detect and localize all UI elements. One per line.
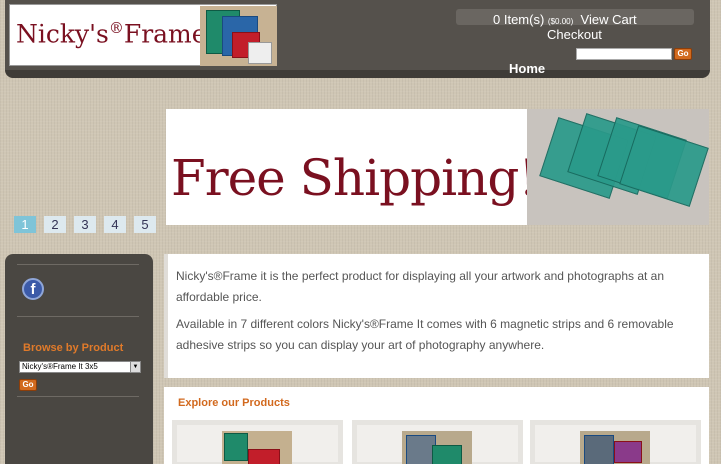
intro-paragraph: Available in 7 different colors Nicky's®… [176, 317, 674, 352]
product-image[interactable] [222, 431, 292, 464]
product-card[interactable] [172, 420, 343, 464]
intro-paragraph: Nicky's®Frame it is the perfect product … [176, 269, 665, 304]
view-cart-link[interactable]: View Cart [581, 12, 637, 27]
hero-banner[interactable]: Free Shipping! [166, 109, 709, 225]
banner-product-photo [527, 109, 709, 225]
cart-count: 0 Item(s) [493, 12, 545, 27]
product-card[interactable] [530, 420, 701, 464]
sidebar-divider [17, 264, 139, 265]
browse-go-button[interactable]: Go [19, 379, 37, 391]
product-image[interactable] [402, 431, 472, 464]
chevron-down-icon: ▼ [130, 362, 140, 372]
product-select-value: Nicky's®Frame It 3x5 [22, 362, 98, 371]
product-image[interactable] [580, 431, 650, 464]
logo-name: Nicky's [16, 19, 109, 49]
logo-product-photo [200, 6, 277, 66]
sidebar-divider [17, 316, 139, 317]
explore-products-title: Explore our Products [178, 397, 290, 409]
pager-page-3[interactable]: 3 [74, 216, 96, 233]
pager-page-1[interactable]: 1 [14, 216, 36, 233]
pager-page-4[interactable]: 4 [104, 216, 126, 233]
logo-registered-mark: ® [108, 19, 124, 37]
header-nav-strip [5, 70, 710, 78]
search-input[interactable] [576, 48, 672, 60]
white-frame-image [248, 42, 272, 64]
search-go-button[interactable]: Go [674, 48, 692, 60]
banner-headline: Free Shipping! [171, 149, 538, 207]
cart-total: ($0.00) [547, 17, 574, 26]
browse-by-product-title: Browse by Product [23, 342, 124, 354]
product-card[interactable] [352, 420, 523, 464]
explore-products-panel: Explore our Products [164, 387, 709, 464]
facebook-icon[interactable]: f [22, 278, 44, 300]
site-logo[interactable]: Nicky's®Frame It [9, 4, 277, 66]
purple-frame-image [614, 441, 642, 463]
cart-summary: 0 Item(s) ($0.00) View Cart [493, 12, 637, 27]
nav-item-home[interactable]: Home [509, 61, 545, 76]
red-frame-image [248, 449, 280, 464]
product-select[interactable]: Nicky's®Frame It 3x5 ▼ [19, 361, 141, 373]
pager-page-5[interactable]: 5 [134, 216, 156, 233]
sidebar: f Browse by Product Nicky's®Frame It 3x5… [5, 254, 153, 464]
gray-frame-image [584, 435, 614, 464]
sidebar-divider [17, 396, 139, 397]
green-frame-image [224, 433, 248, 461]
checkout-link[interactable]: Checkout [547, 27, 602, 42]
intro-panel: Nicky's®Frame it is the perfect product … [164, 254, 709, 378]
green-frame-image [432, 445, 462, 464]
pager-page-2[interactable]: 2 [44, 216, 66, 233]
